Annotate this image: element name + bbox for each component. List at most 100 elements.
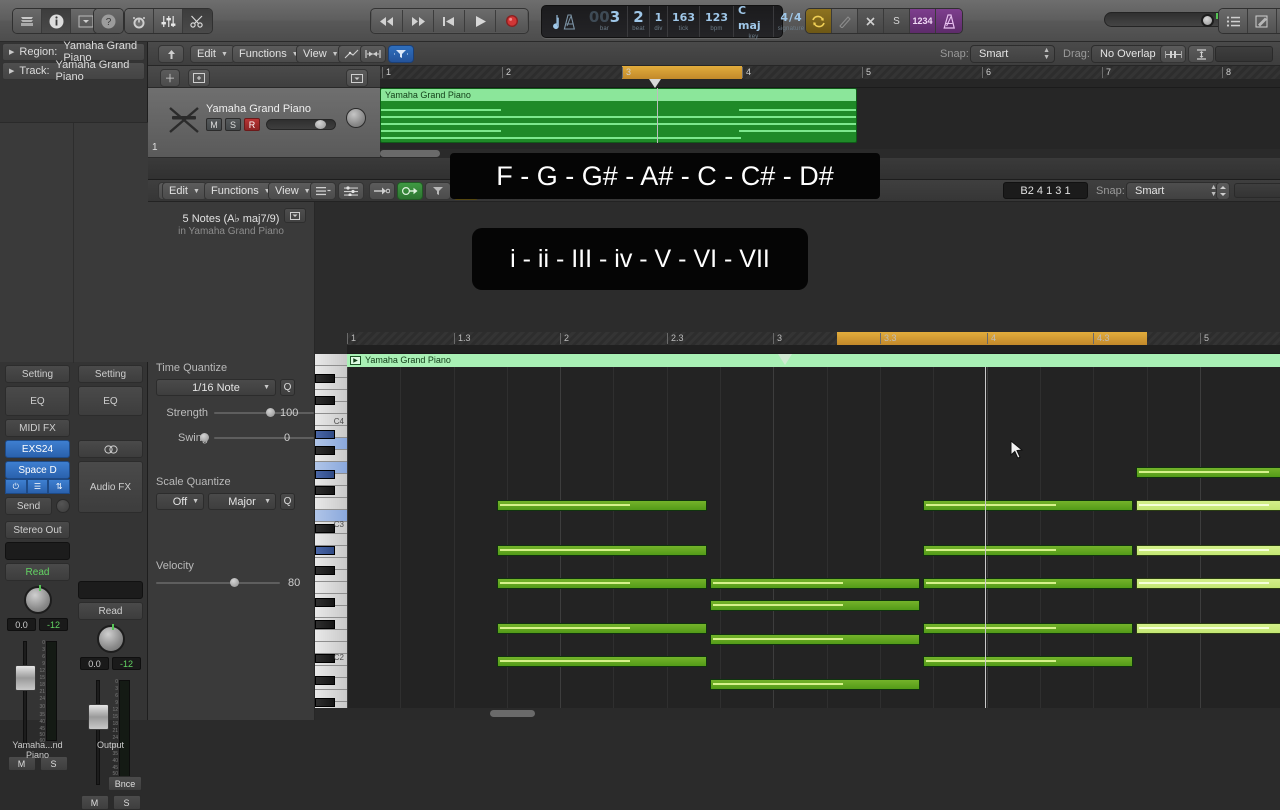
mixer-icon[interactable] — [154, 9, 183, 33]
note[interactable] — [710, 634, 920, 645]
time-quantize-q-button[interactable]: Q — [280, 379, 295, 396]
track-midi-fx-slot[interactable]: MIDI FX — [5, 419, 70, 437]
velocity-slider-track[interactable] — [156, 582, 280, 584]
output-setting-button[interactable]: Setting — [78, 365, 143, 383]
autopunch-button[interactable] — [832, 9, 858, 33]
track-header-row[interactable]: 1 Yamaha Grand Piano M S R — [148, 88, 380, 158]
scale-quantize-mode-popup[interactable]: Off ▼ — [156, 493, 204, 510]
pr-midi-in-button[interactable] — [369, 182, 395, 200]
pr-zoom-slider[interactable] — [1234, 183, 1280, 198]
note[interactable] — [497, 578, 707, 589]
track-plugin-slot[interactable]: Space D — [5, 461, 70, 479]
selection-info-menu-button[interactable] — [284, 208, 306, 223]
arrange-ruler[interactable]: 1 2 3 4 5 6 7 8 — [380, 66, 1280, 88]
track-setting-button[interactable]: Setting — [5, 365, 70, 383]
piano-keyboard[interactable]: C4 C3 C2 C1 — [315, 354, 347, 720]
track-send-knob[interactable] — [56, 499, 70, 513]
note[interactable] — [1136, 500, 1280, 511]
pr-sliders-button[interactable] — [338, 182, 364, 200]
lcd-div[interactable]: 1 div — [650, 6, 668, 37]
note[interactable] — [923, 656, 1133, 667]
track-peak-value[interactable]: -12 — [39, 618, 68, 631]
note[interactable] — [1136, 545, 1280, 556]
track-automation-mode[interactable]: Read — [5, 563, 70, 581]
catch-playhead-button[interactable] — [1160, 45, 1186, 63]
note[interactable] — [497, 500, 707, 511]
plugin-editor-icon[interactable]: ☰ — [26, 479, 49, 494]
note[interactable] — [497, 656, 707, 667]
lcd-key[interactable]: C maj key — [734, 4, 774, 40]
pr-position-field[interactable]: B2 4 1 3 1 — [1003, 182, 1088, 199]
lcd-tick[interactable]: 163 tick — [668, 6, 700, 37]
track-record-enable[interactable]: R — [244, 118, 260, 131]
record-button[interactable] — [496, 10, 527, 32]
zoom-fit-button[interactable] — [1188, 45, 1214, 63]
track-group-slot[interactable] — [5, 542, 70, 560]
swing-slider-knob[interactable] — [200, 433, 209, 442]
note[interactable] — [1136, 623, 1280, 634]
hide-tracks-button[interactable] — [158, 45, 184, 63]
note[interactable] — [923, 500, 1133, 511]
cycle-region[interactable] — [622, 66, 742, 79]
track-solo[interactable]: S — [225, 118, 241, 131]
arrange-menu-edit[interactable]: Edit ▼ — [190, 45, 235, 63]
note[interactable] — [923, 545, 1133, 556]
pr-menu-functions[interactable]: Functions▼ — [204, 182, 278, 200]
output-fader-handle[interactable] — [88, 704, 109, 730]
pr-zoom-vert-button[interactable] — [1216, 182, 1230, 200]
pr-midi-out-button[interactable] — [397, 182, 423, 200]
strength-slider-track[interactable] — [214, 412, 314, 414]
track-config-button[interactable] — [346, 69, 368, 87]
output-audio-fx-slot[interactable]: Audio FX — [78, 461, 143, 513]
track-volume-slider[interactable] — [266, 119, 336, 130]
editors-icon[interactable] — [183, 9, 212, 33]
lcd-tempo[interactable]: 123 bpm — [700, 6, 734, 37]
output-peak-value[interactable]: -12 — [112, 657, 141, 670]
piano-roll-hscrollbar[interactable] — [315, 708, 1280, 720]
list-editors-icon[interactable] — [1219, 9, 1248, 33]
region-end-marker[interactable] — [778, 354, 792, 365]
piano-roll-region-strip[interactable]: ▶ Yamaha Grand Piano — [347, 354, 1280, 367]
inspector-icon[interactable] — [42, 9, 71, 33]
filter-button[interactable] — [388, 45, 414, 63]
swing-slider-track[interactable] — [214, 437, 314, 439]
pr-filter-button[interactable] — [425, 182, 451, 200]
arrange-playhead[interactable] — [649, 79, 661, 88]
quick-help-icon[interactable]: ? — [94, 9, 123, 33]
output-balance-knob[interactable] — [96, 624, 125, 653]
track-pan-knob[interactable] — [23, 585, 52, 614]
track-fader-track[interactable] — [23, 641, 27, 746]
track-eq-display[interactable]: EQ — [5, 386, 70, 416]
note[interactable] — [923, 578, 1133, 589]
note[interactable] — [1136, 578, 1280, 589]
output-eq-display[interactable]: EQ — [78, 386, 143, 416]
note[interactable] — [710, 600, 920, 611]
count-in-button[interactable]: 1234 — [910, 9, 936, 33]
scale-quantize-scale-popup[interactable]: Major ▼ — [208, 493, 276, 510]
go-to-beginning-button[interactable] — [434, 10, 465, 32]
arrange-snap-popup[interactable]: Smart ▲ ▼ — [970, 45, 1055, 63]
track-fader-handle[interactable] — [15, 665, 36, 691]
scale-quantize-q-button[interactable]: Q — [280, 493, 295, 510]
output-group-slot[interactable] — [78, 581, 143, 599]
arrange-menu-functions[interactable]: Functions▼ — [232, 45, 306, 63]
track-mute[interactable]: M — [206, 118, 222, 131]
library-icon[interactable] — [13, 9, 42, 33]
note[interactable] — [710, 679, 920, 690]
lcd-signature[interactable]: 4 / 4 signature — [774, 6, 808, 37]
play-button[interactable] — [465, 10, 496, 32]
output-volume-value[interactable]: 0.0 — [80, 657, 109, 670]
add-track-button[interactable]: ＋ — [160, 69, 180, 87]
track-pan-knob-arrange[interactable] — [346, 108, 366, 128]
zoom-slider[interactable] — [1215, 46, 1273, 62]
solo-button[interactable]: S — [884, 9, 910, 33]
track-output-slot[interactable]: Stereo Out — [5, 521, 70, 539]
track-send-slot[interactable]: Send — [5, 497, 52, 515]
time-quantize-popup[interactable]: 1/16 Note ▼ — [156, 379, 276, 396]
note[interactable] — [497, 545, 707, 556]
solo-disable-button[interactable] — [858, 9, 884, 33]
inspector-track-header[interactable]: ▶ Track: Yamaha Grand Piano — [2, 59, 145, 83]
output-stereo-icon-slot[interactable] — [78, 440, 143, 458]
plugin-stepper-icon[interactable]: ⇅ — [48, 479, 71, 494]
midi-region[interactable]: Yamaha Grand Piano — [380, 88, 857, 143]
